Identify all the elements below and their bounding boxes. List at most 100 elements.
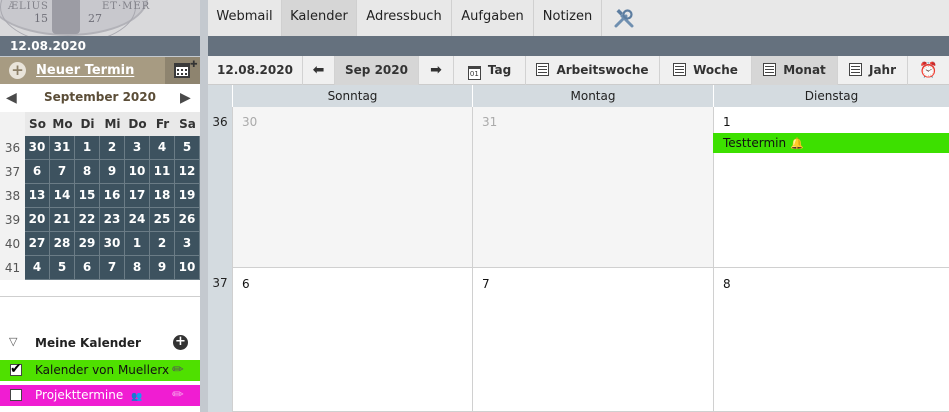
day-number: 8: [723, 277, 731, 291]
mini-calendar-day[interactable]: 2: [150, 232, 175, 256]
mini-calendar-day[interactable]: 5: [50, 256, 75, 280]
day-header-row: Sonntag Montag Dienstag: [232, 85, 949, 107]
add-calendar-icon[interactable]: +: [173, 335, 188, 350]
mini-calendar-day[interactable]: 12: [175, 160, 200, 184]
view-month-button[interactable]: Monat: [752, 56, 838, 85]
pencil-icon[interactable]: ✏: [172, 385, 184, 406]
mini-calendar-day[interactable]: 6: [75, 256, 100, 280]
mini-calendar-day[interactable]: 10: [125, 160, 150, 184]
mini-calendar-day[interactable]: 24: [125, 208, 150, 232]
nav-webmail[interactable]: Webmail: [208, 0, 282, 36]
mini-calendar-day[interactable]: 10: [175, 256, 200, 280]
mini-calendar-day[interactable]: 16: [100, 184, 125, 208]
nav-notizen[interactable]: Notizen: [534, 0, 602, 36]
calendar-toolbar: 12.08.2020 ⬅ Sep 2020 ➡ 01 Tag Arbeitswoc…: [208, 56, 949, 85]
day-cell[interactable]: 30: [232, 107, 472, 268]
calendar-checkbox[interactable]: [10, 389, 22, 401]
mini-calendar-day[interactable]: 19: [175, 184, 200, 208]
alarm-clock-icon[interactable]: ⏰: [908, 56, 949, 85]
mini-calendar-week-number[interactable]: 40: [0, 232, 25, 256]
tools-icon[interactable]: [612, 6, 636, 30]
calendar-checkbox[interactable]: [10, 359, 22, 380]
view-week-button[interactable]: Woche: [660, 56, 752, 85]
mini-calendar-day[interactable]: 25: [150, 208, 175, 232]
mini-calendar-day[interactable]: 28: [50, 232, 75, 256]
mini-calendar-day[interactable]: 18: [150, 184, 175, 208]
view-year-button[interactable]: Jahr: [838, 56, 908, 85]
mini-calendar-day[interactable]: 1: [75, 136, 100, 160]
mini-calendar-day[interactable]: 3: [175, 232, 200, 256]
today-date-button[interactable]: 12.08.2020: [208, 56, 303, 85]
view-day-button[interactable]: 01 Tag: [454, 56, 526, 85]
mini-calendar-day[interactable]: 4: [150, 136, 175, 160]
day-cell[interactable]: 6: [232, 268, 472, 412]
mini-calendar-day[interactable]: 13: [25, 184, 50, 208]
weekday-header: Mi: [100, 112, 125, 136]
mini-calendar-day[interactable]: 8: [125, 256, 150, 280]
mini-calendar-week-number[interactable]: 38: [0, 184, 25, 208]
mini-calendar-day[interactable]: 29: [75, 232, 100, 256]
day-number: 6: [242, 277, 250, 291]
nav-kalender[interactable]: Kalender: [282, 0, 357, 36]
prev-period-icon[interactable]: ⬅: [303, 56, 335, 85]
mini-calendar-day[interactable]: 30: [100, 232, 125, 256]
mini-calendar-day[interactable]: 3: [125, 136, 150, 160]
mini-calendar-day[interactable]: 22: [75, 208, 100, 232]
panel-separator[interactable]: [200, 0, 208, 412]
mini-calendar-day[interactable]: 30: [25, 136, 50, 160]
day-cell[interactable]: 31: [472, 107, 713, 268]
plus-icon: +: [9, 62, 26, 79]
pencil-icon[interactable]: ✏: [172, 360, 184, 381]
view-day-label: Tag: [487, 63, 512, 77]
mini-calendar-month-title[interactable]: September 2020: [30, 90, 170, 104]
next-month-icon[interactable]: ▶: [180, 90, 191, 106]
seal-number-right: 27: [88, 12, 102, 25]
mini-calendar-day[interactable]: 7: [100, 256, 125, 280]
mini-calendar-week-number[interactable]: 36: [0, 136, 25, 160]
day-header: Sonntag: [232, 85, 472, 107]
mini-calendar-day[interactable]: 23: [100, 208, 125, 232]
mini-calendar-day[interactable]: 1: [125, 232, 150, 256]
mini-calendar-week-number[interactable]: 39: [0, 208, 25, 232]
nav-adressbuch[interactable]: Adressbuch: [357, 0, 452, 36]
new-event-calendar-button[interactable]: ✚: [165, 57, 200, 84]
mini-calendar-day[interactable]: 6: [25, 160, 50, 184]
calendar-event[interactable]: Testtermin 🔔: [713, 133, 949, 153]
mini-calendar-day[interactable]: 9: [100, 160, 125, 184]
mini-calendar-day[interactable]: 9: [150, 256, 175, 280]
day-calendar-icon: 01: [467, 66, 481, 80]
current-month-button[interactable]: Sep 2020: [335, 56, 419, 85]
prev-month-icon[interactable]: ◀: [6, 90, 17, 106]
next-period-icon[interactable]: ➡: [419, 56, 454, 85]
day-cell[interactable]: 7: [472, 268, 713, 412]
mini-calendar-day[interactable]: 11: [150, 160, 175, 184]
mini-calendar-day[interactable]: 7: [50, 160, 75, 184]
mini-calendar-day[interactable]: 8: [75, 160, 100, 184]
new-event-button[interactable]: + Neuer Termin: [0, 57, 165, 84]
mini-calendar-day[interactable]: 4: [25, 256, 50, 280]
collapse-triangle-icon[interactable]: ▽: [9, 335, 17, 348]
mini-calendar-day[interactable]: 27: [25, 232, 50, 256]
mini-calendar-day[interactable]: 31: [50, 136, 75, 160]
mini-calendar-day[interactable]: 2: [100, 136, 125, 160]
mini-calendar-day[interactable]: 20: [25, 208, 50, 232]
mini-calendar-day[interactable]: 5: [175, 136, 200, 160]
workweek-grid-icon: [536, 63, 550, 76]
mini-calendar-day[interactable]: 26: [175, 208, 200, 232]
mini-calendar-week-number[interactable]: 37: [0, 160, 25, 184]
mini-calendar-day[interactable]: 15: [75, 184, 100, 208]
calendar-entry-muellerx[interactable]: Kalender von Muellerx ✏: [0, 359, 200, 381]
mini-calendar-day[interactable]: 21: [50, 208, 75, 232]
day-cell[interactable]: 1: [713, 107, 949, 268]
bell-icon: 🔔: [790, 137, 804, 150]
mini-calendar-week-number[interactable]: 41: [0, 256, 25, 280]
plus-small-icon: ✚: [190, 60, 198, 70]
day-cell[interactable]: 8: [713, 268, 949, 412]
seal-rim-text-left: ÆLIUS: [8, 1, 49, 12]
view-workweek-button[interactable]: Arbeitswoche: [526, 56, 660, 85]
week-number: 37: [212, 276, 228, 290]
calendar-entry-projekttermine[interactable]: Projekttermine 👥 ✏: [0, 385, 200, 406]
mini-calendar-day[interactable]: 14: [50, 184, 75, 208]
mini-calendar-day[interactable]: 17: [125, 184, 150, 208]
nav-aufgaben[interactable]: Aufgaben: [452, 0, 534, 36]
